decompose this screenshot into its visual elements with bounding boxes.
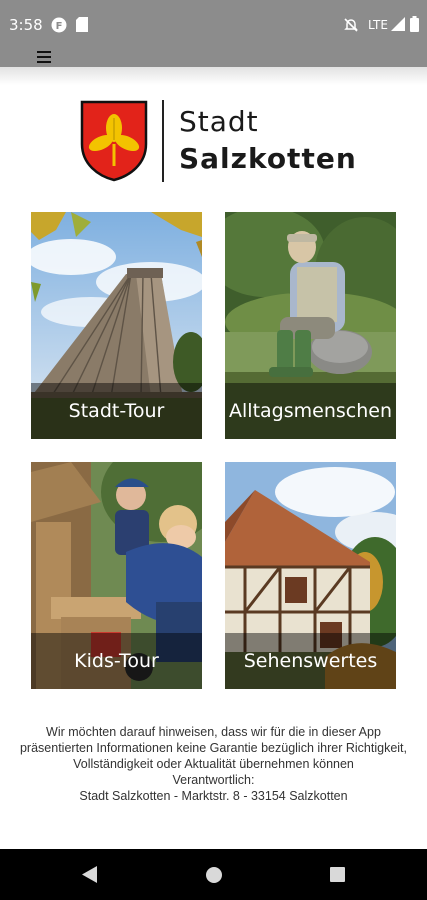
signal-icon [391,17,405,31]
disclaimer-line: Stadt Salzkotten - Marktstr. 8 - 33154 S… [79,789,348,803]
city-logo: Stadt Salzkotten [80,100,356,182]
logo-line2: Salzkotten [179,142,357,175]
coat-of-arms-icon [80,100,148,182]
tile-sehenswertes[interactable]: Sehenswertes [225,462,396,689]
svg-text:F: F [56,21,63,32]
tile-stadt-tour[interactable]: Stadt-Tour [31,212,202,439]
battery-icon [410,16,419,32]
disclaimer-line: Vollständigkeit oder Aktualität übernehm… [73,757,354,771]
tile-alltagsmenschen[interactable]: Alltagsmenschen [225,212,396,439]
navigation-bar [0,849,427,900]
back-icon[interactable] [82,866,98,883]
logo-divider [162,100,164,182]
tile-label: Alltagsmenschen [229,400,392,422]
recents-icon[interactable] [330,867,345,882]
hamburger-menu-icon[interactable] [34,50,54,66]
status-time: 3:58 [9,16,43,34]
sd-card-icon [76,17,88,32]
tile-kids-tour[interactable]: Kids-Tour [31,462,202,689]
disclaimer-line: Wir möchten darauf hinweisen, dass wir f… [46,725,381,739]
logo-line1: Stadt [179,105,259,138]
network-type: LTE [368,18,388,32]
disclaimer: Wir möchten darauf hinweisen, dass wir f… [0,724,427,804]
home-icon[interactable] [206,867,222,883]
tile-label: Stadt-Tour [68,400,165,422]
status-bar: 3:58 F LTE [0,0,427,50]
app-notification-icon: F [51,17,67,33]
tile-label: Sehenswertes [243,650,378,672]
tile-label: Kids-Tour [74,650,159,672]
toolbar-shadow [0,67,427,85]
disclaimer-line: Verantwortlich: [172,773,255,787]
disclaimer-line: präsentierten Informationen keine Garant… [19,741,407,755]
mute-icon [344,18,358,32]
toolbar [0,50,427,67]
